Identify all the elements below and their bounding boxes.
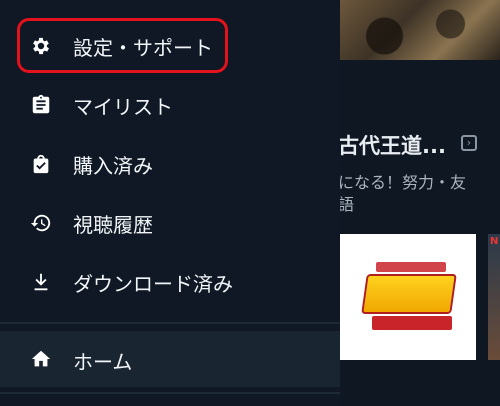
description-line-1: になる！努力・友 <box>338 173 467 192</box>
logo-stripe <box>376 262 446 272</box>
download-icon <box>29 270 53 294</box>
menu-item-label: 視聴履歴 <box>73 212 153 237</box>
video-card-thumbnail[interactable] <box>340 234 476 360</box>
menu-divider <box>0 392 340 394</box>
menu-item-watch-history[interactable]: 視聴履歴 <box>0 195 340 251</box>
section-title: 古代王道... <box>338 134 446 158</box>
chevron-right-icon[interactable]: › <box>461 135 477 151</box>
home-icon <box>29 347 53 371</box>
shopping-bag-check-icon <box>29 152 53 176</box>
history-icon <box>29 211 53 235</box>
logo-subtitle <box>372 316 452 330</box>
video-card-thumbnail-partial[interactable] <box>488 234 500 360</box>
highlight-outline <box>17 18 228 73</box>
menu-divider <box>0 322 340 324</box>
menu-item-label: 購入済み <box>73 153 153 178</box>
section-description: になる！努力・友 語 <box>338 172 500 216</box>
menu-item-label: マイリスト <box>73 94 173 119</box>
description-line-2: 語 <box>338 195 355 214</box>
menu-item-my-list[interactable]: マイリスト <box>0 77 340 133</box>
menu-item-label: ホーム <box>73 350 133 374</box>
featured-thumbnail[interactable] <box>335 0 500 60</box>
clipboard-icon <box>29 93 53 117</box>
menu-item-downloaded[interactable]: ダウンロード済み <box>0 254 340 310</box>
navigation-drawer: 設定・サポート マイリスト 購入済み 視聴履歴 ダウンロード済み ホーム <box>0 0 340 406</box>
menu-item-label: ダウンロード済み <box>73 271 233 296</box>
menu-item-home[interactable]: ホーム <box>0 331 340 387</box>
menu-item-purchased[interactable]: 購入済み <box>0 136 340 192</box>
title-logo <box>361 274 457 314</box>
